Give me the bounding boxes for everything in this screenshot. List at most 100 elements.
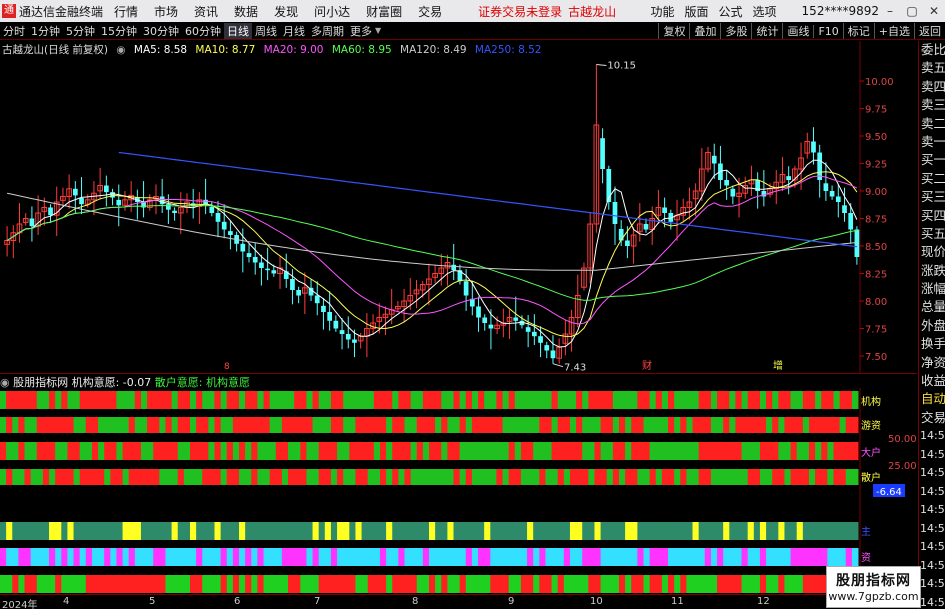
indicator-cell <box>312 469 320 485</box>
indicator-band-cell <box>618 548 626 566</box>
period-daily[interactable]: 日线 <box>224 22 252 39</box>
period-30min[interactable]: 30分钟 <box>140 23 182 39</box>
indicator-band-cell <box>373 575 381 593</box>
period-60min[interactable]: 60分钟 <box>182 23 224 39</box>
indicator-cell <box>808 391 816 409</box>
indicator-cell <box>30 469 38 485</box>
period-5min[interactable]: 5分钟 <box>63 23 98 39</box>
indicator-cell <box>42 469 50 485</box>
indicator-band-cell <box>165 575 173 593</box>
menu-item-gongshi[interactable]: 公式 <box>719 3 743 20</box>
indicator-band-cell <box>269 575 277 593</box>
indicator-cell <box>73 469 81 485</box>
indicator-cell <box>588 469 595 485</box>
period-multi[interactable]: 多周期 <box>308 23 347 39</box>
indicator-cell <box>134 417 142 433</box>
indicator-band-cell <box>766 575 773 593</box>
btn-add-watchlist[interactable]: +自选 <box>873 23 914 39</box>
menu-item-zixun[interactable]: 资讯 <box>194 3 218 20</box>
indicator-cell <box>42 391 50 409</box>
indicator-cell <box>478 469 485 485</box>
sidebar-label: 委比 <box>921 42 945 57</box>
trade-login-alert[interactable]: 证券交易未登录 <box>478 3 562 20</box>
candle-body <box>79 198 84 205</box>
menu-item-hangqing[interactable]: 行情 <box>114 3 138 20</box>
indicator-band-cell <box>343 548 350 566</box>
indicator-band-cell <box>379 575 387 593</box>
btn-huaxian[interactable]: 画线 <box>782 23 813 39</box>
period-fenshi[interactable]: 分时 <box>0 23 28 39</box>
menu-item-gongneng[interactable]: 功能 <box>650 3 674 20</box>
indicator-band-cell <box>330 522 338 540</box>
chevron-down-icon[interactable]: ▼ <box>375 26 381 35</box>
menu-item-jiaoyi[interactable]: 交易 <box>418 3 442 20</box>
period-weekly[interactable]: 周线 <box>252 23 280 39</box>
indicator-chart[interactable]: 机构 游资 大户 散户 50.00 25.00 -6.64 主资 <box>0 388 917 594</box>
btn-diejia[interactable]: 叠加 <box>689 23 720 39</box>
menu-item-shuju[interactable]: 数据 <box>234 3 258 20</box>
indicator-cell <box>398 391 405 409</box>
indicator-band-cell <box>704 575 712 593</box>
sidebar-trade[interactable]: 交易 <box>919 409 945 427</box>
close-icon[interactable]: ✕ <box>923 4 945 18</box>
sidebar-label: 收益 <box>921 373 945 389</box>
btn-f10[interactable]: F10 <box>813 24 842 38</box>
period-15min[interactable]: 15分钟 <box>98 23 140 39</box>
kline-chart[interactable]: 10.00 9.75 9.50 9.25 9.00 8.75 8.50 8.25 8.00 7.7… <box>0 41 917 374</box>
indicator-cell <box>373 442 381 460</box>
btn-fuquan[interactable]: 复权 <box>658 23 689 39</box>
indicator-band-cell <box>85 522 93 540</box>
menu-item-caifuquan[interactable]: 财富圈 <box>366 3 402 20</box>
btn-duogu[interactable]: 多股 <box>720 23 751 39</box>
maximize-icon[interactable]: ▢ <box>901 4 923 18</box>
candle-body <box>339 330 345 334</box>
indicator-band-cell <box>189 548 197 566</box>
kline-svg[interactable]: 10.00 9.75 9.50 9.25 9.00 8.75 8.50 8.25 8.00 7.7… <box>0 41 917 374</box>
legend-toggle-icon[interactable]: ◉ <box>116 44 125 56</box>
period-monthly[interactable]: 月线 <box>280 23 308 39</box>
indicator-cell <box>288 417 295 433</box>
indicator-band-cell <box>514 548 522 566</box>
indicator-cell <box>429 442 436 460</box>
period-1min[interactable]: 1分钟 <box>28 23 63 39</box>
menu-item-shichang[interactable]: 市场 <box>154 3 178 20</box>
menu-item-banmian[interactable]: 版面 <box>685 3 709 20</box>
period-more[interactable]: 更多 <box>347 23 375 39</box>
indicator-cell <box>600 417 608 433</box>
sidebar-auto[interactable]: 自动 <box>919 390 945 408</box>
indicator-cell <box>594 391 602 409</box>
indicator-cell <box>753 417 761 433</box>
indicator-cell <box>30 442 38 460</box>
btn-biaoji[interactable]: 标记 <box>842 23 874 39</box>
indicator-band-cell <box>306 575 314 593</box>
indicator-cell <box>98 391 105 409</box>
indicator-band-cell <box>288 548 295 566</box>
indicator-svg[interactable]: 机构游资大户散户 50.00 25.00 -6.64 主资 <box>0 388 917 594</box>
indicator-band-cell <box>527 575 534 593</box>
indicator-cell <box>208 391 215 409</box>
indicator-band-cell <box>140 522 148 540</box>
indicator-band-cell <box>808 522 816 540</box>
menu-item-wenxiaoda[interactable]: 问小达 <box>314 3 350 20</box>
indicator-band-cell <box>576 548 583 566</box>
menu-item-xuanxiang[interactable]: 选项 <box>753 3 777 20</box>
btn-tongji[interactable]: 统计 <box>751 23 782 39</box>
indicator-band-cell <box>465 548 473 566</box>
menu-item-faxian[interactable]: 发现 <box>274 3 298 20</box>
btn-back[interactable]: 返回 <box>914 23 945 39</box>
indicator-band-cell <box>42 575 50 593</box>
minimize-icon[interactable]: – <box>879 4 901 18</box>
indicator-band-cell <box>741 548 749 566</box>
indicator-band-cell <box>735 522 743 540</box>
indicator-cell <box>67 417 75 433</box>
indicator-band-cell <box>392 522 399 540</box>
legend-title: 古越龙山(日线 前复权) <box>2 44 109 56</box>
indicator-band-cell <box>73 575 81 593</box>
indicator-cell <box>741 469 749 485</box>
indicator-band-cell <box>502 548 510 566</box>
indicator-band-cell <box>367 548 375 566</box>
date-label: 4 <box>63 596 70 607</box>
user-account[interactable]: 152****9892 <box>802 4 879 18</box>
indicator-cell <box>490 391 497 409</box>
indicator-band-cell <box>508 522 516 540</box>
